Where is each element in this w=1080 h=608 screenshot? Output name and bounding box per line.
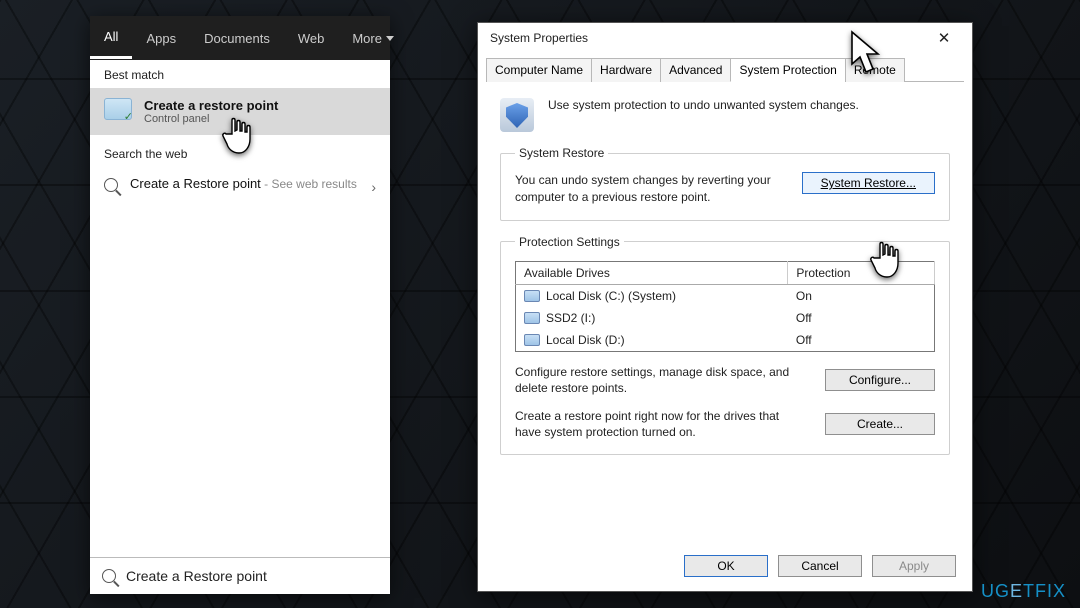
dialog-titlebar: System Properties ✕ bbox=[478, 23, 972, 53]
search-tab-more[interactable]: More bbox=[338, 19, 408, 58]
drive-icon bbox=[524, 312, 540, 324]
drive-protection: Off bbox=[788, 307, 935, 329]
restore-point-icon bbox=[104, 98, 132, 120]
drive-name: Local Disk (D:) bbox=[546, 333, 625, 347]
dialog-tabs: Computer Name Hardware Advanced System P… bbox=[486, 57, 964, 82]
chevron-down-icon bbox=[386, 36, 394, 41]
table-row[interactable]: Local Disk (C:) (System) On bbox=[516, 284, 935, 307]
intro-row: Use system protection to undo unwanted s… bbox=[500, 92, 950, 132]
tab-system-protection[interactable]: System Protection bbox=[730, 58, 845, 82]
create-desc: Create a restore point right now for the… bbox=[515, 408, 807, 440]
dialog-title: System Properties bbox=[490, 31, 588, 45]
cancel-button[interactable]: Cancel bbox=[778, 555, 862, 577]
web-result-suffix: - See web results bbox=[261, 177, 357, 191]
tab-computer-name[interactable]: Computer Name bbox=[486, 58, 592, 82]
drives-col-protection[interactable]: Protection bbox=[788, 261, 935, 284]
search-tab-documents[interactable]: Documents bbox=[190, 19, 284, 58]
protection-settings-legend: Protection Settings bbox=[515, 235, 624, 249]
drive-protection: Off bbox=[788, 329, 935, 352]
search-icon bbox=[102, 569, 116, 583]
intro-text: Use system protection to undo unwanted s… bbox=[548, 98, 859, 112]
search-web-label: Search the web bbox=[90, 135, 390, 167]
system-restore-legend: System Restore bbox=[515, 146, 608, 160]
watermark: UGETFIX bbox=[981, 581, 1066, 602]
drive-icon bbox=[524, 334, 540, 346]
drive-icon bbox=[524, 290, 540, 302]
protection-settings-group: Protection Settings Available Drives Pro… bbox=[500, 235, 950, 456]
dialog-body: Use system protection to undo unwanted s… bbox=[478, 82, 972, 545]
tab-hardware[interactable]: Hardware bbox=[591, 58, 661, 82]
create-button[interactable]: Create... bbox=[825, 413, 935, 435]
search-icon bbox=[104, 178, 118, 192]
tab-remote[interactable]: Remote bbox=[845, 58, 905, 82]
configure-button[interactable]: Configure... bbox=[825, 369, 935, 391]
configure-desc: Configure restore settings, manage disk … bbox=[515, 364, 807, 396]
drives-col-available[interactable]: Available Drives bbox=[516, 261, 788, 284]
table-row[interactable]: Local Disk (D:) Off bbox=[516, 329, 935, 352]
system-restore-desc: You can undo system changes by reverting… bbox=[515, 172, 784, 206]
web-result-text: Create a Restore point - See web results bbox=[130, 175, 357, 193]
apply-button: Apply bbox=[872, 555, 956, 577]
table-row[interactable]: SSD2 (I:) Off bbox=[516, 307, 935, 329]
windows-search-panel: All Apps Documents Web More Best match C… bbox=[90, 16, 390, 594]
system-properties-dialog: System Properties ✕ Computer Name Hardwa… bbox=[477, 22, 973, 592]
best-match-item[interactable]: Create a restore point Control panel bbox=[90, 88, 390, 135]
drives-table: Available Drives Protection Local Disk (… bbox=[515, 261, 935, 352]
drive-name: SSD2 (I:) bbox=[546, 311, 595, 325]
chevron-right-icon: › bbox=[371, 175, 376, 195]
close-button[interactable]: ✕ bbox=[922, 29, 966, 47]
web-result-primary: Create a Restore point bbox=[130, 176, 261, 191]
web-result-item[interactable]: Create a Restore point - See web results… bbox=[90, 167, 390, 203]
dialog-buttons: OK Cancel Apply bbox=[478, 545, 972, 591]
best-match-title: Create a restore point bbox=[144, 98, 278, 113]
best-match-label: Best match bbox=[90, 60, 390, 88]
search-input-row bbox=[90, 557, 390, 594]
search-tab-all[interactable]: All bbox=[90, 17, 132, 59]
ok-button[interactable]: OK bbox=[684, 555, 768, 577]
drive-name: Local Disk (C:) (System) bbox=[546, 289, 676, 303]
best-match-text: Create a restore point Control panel bbox=[144, 98, 278, 125]
search-tab-apps[interactable]: Apps bbox=[132, 19, 190, 58]
search-input[interactable] bbox=[126, 568, 378, 584]
tab-advanced[interactable]: Advanced bbox=[660, 58, 731, 82]
best-match-subtitle: Control panel bbox=[144, 113, 278, 125]
search-filter-tabs: All Apps Documents Web More bbox=[90, 16, 390, 60]
system-restore-group: System Restore You can undo system chang… bbox=[500, 146, 950, 221]
drive-protection: On bbox=[788, 284, 935, 307]
system-restore-button[interactable]: System Restore... bbox=[802, 172, 935, 194]
shield-icon bbox=[500, 98, 534, 132]
search-tab-more-label: More bbox=[352, 31, 382, 46]
search-tab-web[interactable]: Web bbox=[284, 19, 339, 58]
